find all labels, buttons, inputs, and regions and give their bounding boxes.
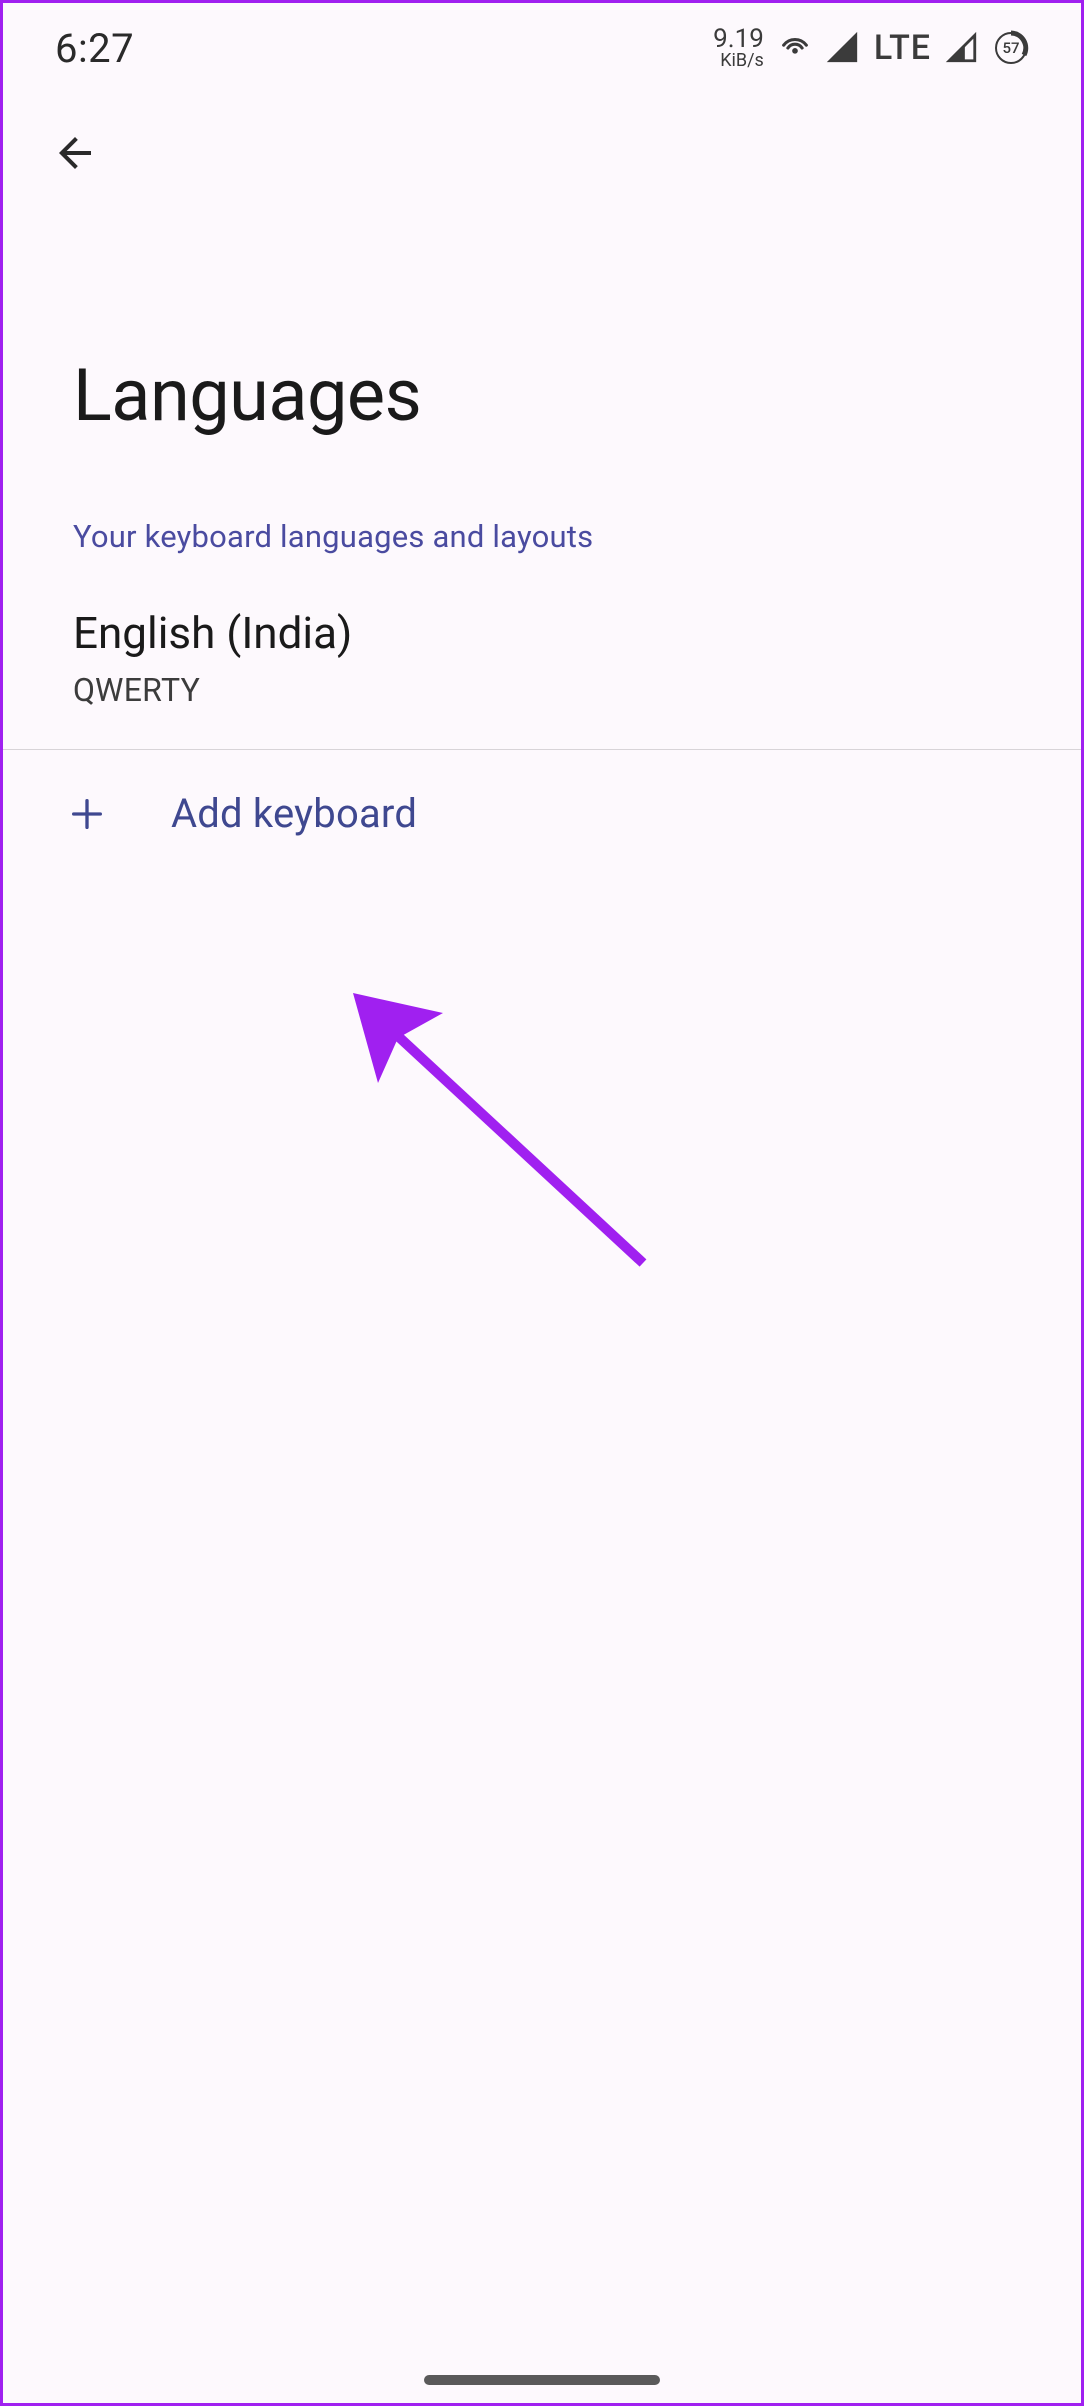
plus-icon (65, 792, 109, 836)
arrow-back-icon (51, 129, 99, 177)
app-bar (3, 93, 1081, 213)
signal-icon-2 (945, 31, 979, 65)
section-subtitle: Your keyboard languages and layouts (3, 468, 1081, 575)
hotspot-icon (778, 31, 812, 65)
status-time: 6:27 (55, 25, 134, 72)
lte-label: LTE (874, 28, 931, 68)
status-bar: 6:27 9.19 KiB/s LTE (3, 3, 1081, 93)
language-item[interactable]: English (India) QWERTY (3, 575, 1081, 749)
language-layout: QWERTY (73, 671, 1011, 709)
data-speed-indicator: 9.19 KiB/s (713, 26, 764, 70)
annotation-arrow (333, 973, 673, 1317)
navigation-bar-handle[interactable] (424, 2375, 660, 2385)
language-name: English (India) (73, 607, 1011, 659)
back-button[interactable] (47, 125, 103, 181)
add-keyboard-button[interactable]: Add keyboard (3, 750, 1081, 877)
svg-text:57: 57 (1002, 39, 1019, 57)
add-keyboard-label: Add keyboard (171, 790, 417, 837)
content-area: Languages Your keyboard languages and la… (3, 213, 1081, 877)
battery-icon: 57 (993, 30, 1029, 66)
status-icons: 9.19 KiB/s LTE (713, 26, 1029, 70)
page-title: Languages (3, 213, 1081, 468)
signal-icon-1 (826, 31, 860, 65)
